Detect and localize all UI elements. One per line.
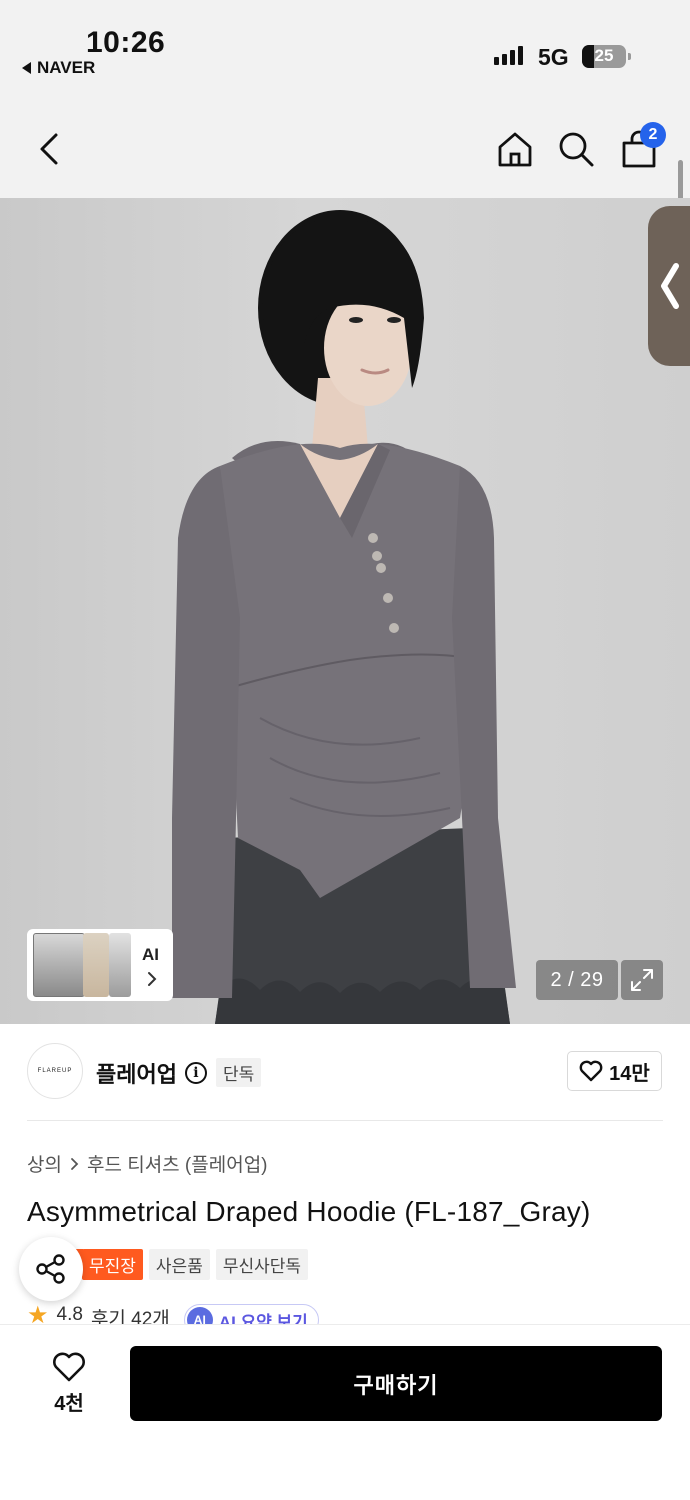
ai-summary-button[interactable]: AI AI 요약 보기 [183, 1304, 319, 1326]
review-count[interactable]: 후기 42개 [91, 1304, 170, 1326]
wishlist-button[interactable]: 4천 [40, 1351, 98, 1416]
ai-label: AI [142, 945, 159, 964]
thumbnail-image [33, 933, 85, 997]
battery-level: 25 [594, 46, 614, 65]
ai-similar-thumbnails[interactable]: AI [27, 929, 173, 1001]
expand-button[interactable] [621, 960, 663, 1000]
share-button[interactable] [19, 1237, 83, 1301]
info-icon[interactable]: i [184, 1062, 207, 1084]
tag-musinsa-exclusive: 무신사단독 [215, 1249, 309, 1280]
brand-logo-text: FLAREUP [37, 1068, 73, 1074]
chevron-right-icon [71, 1157, 79, 1170]
home-button[interactable] [494, 128, 536, 170]
top-nav: 2 [0, 98, 690, 198]
battery-icon: 25 [582, 45, 631, 68]
product-tags: 무진장 사은품 무신사단독 [82, 1249, 309, 1280]
brand-like-count: 14만 [609, 1062, 650, 1085]
brand-name-link[interactable]: 플레어업 i [96, 1057, 207, 1089]
divider [27, 1120, 663, 1121]
brand-name: 플레어업 [96, 1062, 177, 1087]
cart-count-badge: 2 [640, 122, 666, 148]
thumbnail-image [83, 933, 109, 997]
exclusive-tag: 단독 [216, 1058, 262, 1087]
product-photo-illustration [172, 210, 516, 1024]
home-icon [498, 132, 532, 167]
product-title: Asymmetrical Draped Hoodie (FL-187_Gray) [27, 1196, 591, 1227]
tag-mujinjang: 무진장 [82, 1249, 143, 1280]
thumbnail-image [109, 933, 131, 997]
brand-like-button[interactable]: 14만 [567, 1051, 662, 1091]
product-image[interactable] [0, 198, 690, 1024]
image-counter: 2 / 29 [536, 960, 618, 1000]
tag-gift: 사은품 [148, 1249, 210, 1280]
breadcrumb-item[interactable]: 후드 티셔츠 (플레어업) [87, 1150, 268, 1177]
brand-logo[interactable]: FLAREUP [27, 1043, 83, 1099]
back-arrow-icon [22, 62, 31, 74]
back-app-label: NAVER [37, 58, 96, 77]
breadcrumb: 상의 후드 티셔츠 (플레어업) [27, 1150, 268, 1177]
heart-icon [579, 1060, 603, 1082]
wishlist-count: 4천 [54, 1393, 84, 1415]
search-button[interactable] [555, 128, 597, 170]
share-icon [36, 1254, 65, 1284]
rating-row: ★ 4.8 후기 42개 AI AI 요약 보기 [27, 1304, 427, 1326]
chevron-right-icon [148, 972, 157, 986]
signal-icon [494, 46, 523, 65]
buy-button[interactable]: 구매하기 [130, 1346, 662, 1421]
heart-icon [53, 1352, 85, 1382]
status-bar: 10:26 NAVER 5G 25 [0, 0, 690, 98]
chevron-left-icon [40, 133, 58, 165]
search-icon [559, 132, 594, 167]
side-panel-handle[interactable] [648, 206, 690, 366]
expand-icon [631, 969, 653, 991]
rating-value: 4.8 [56, 1304, 83, 1325]
status-time: 10:26 [86, 26, 166, 59]
network-label: 5G [538, 44, 569, 70]
back-button[interactable] [28, 128, 70, 170]
star-icon: ★ [27, 1304, 49, 1326]
chevron-left-icon [661, 263, 679, 309]
back-to-app-link[interactable]: NAVER [22, 58, 95, 78]
cart-button[interactable]: 2 [618, 122, 666, 170]
breadcrumb-item[interactable]: 상의 [27, 1150, 62, 1177]
bottom-action-bar: 4천 구매하기 [0, 1324, 690, 1500]
